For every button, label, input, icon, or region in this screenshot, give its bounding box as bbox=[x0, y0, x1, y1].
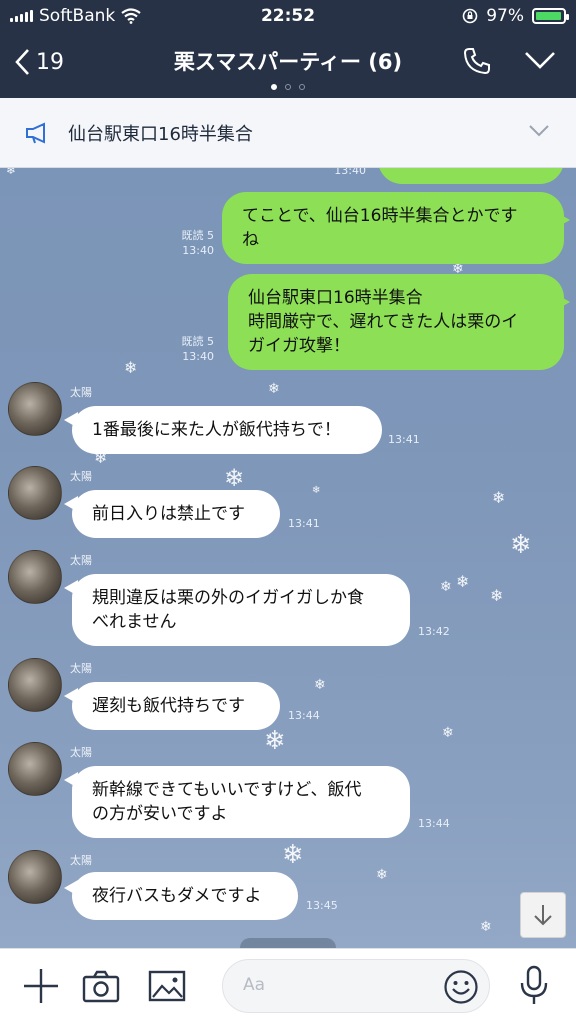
battery-icon bbox=[532, 8, 569, 24]
message-text: べれません bbox=[92, 612, 177, 632]
avatar[interactable] bbox=[8, 550, 62, 604]
snowflake-icon: ❄ bbox=[376, 867, 388, 883]
image-icon[interactable] bbox=[148, 969, 186, 1003]
message-time: 13:42 bbox=[418, 625, 450, 638]
message-time: 13:44 bbox=[418, 817, 450, 830]
snowflake-icon: ❄ bbox=[268, 381, 280, 397]
message-text: てことで、仙台16時半集合とかです bbox=[242, 206, 518, 226]
snowflake-icon: ❄ bbox=[312, 485, 321, 496]
snowflake-icon: ❄ bbox=[264, 726, 286, 756]
sender-name: 太陽 bbox=[70, 470, 92, 483]
message-text: 前日入りは禁止です bbox=[92, 504, 245, 524]
message-input-placeholder: Aa bbox=[243, 975, 266, 995]
battery-percent: 97% bbox=[486, 6, 524, 26]
message-bubble-sent[interactable]: 仙台駅東口16時半集合 時間厳守で、遅れてきた人は栗のイ ガイガ攻撃！ bbox=[228, 274, 564, 370]
message-text: ね bbox=[242, 230, 259, 250]
plus-icon[interactable] bbox=[22, 967, 60, 1005]
snowflake-icon: ❄ bbox=[490, 586, 504, 605]
avatar[interactable] bbox=[8, 658, 62, 712]
message-time: 13:40 bbox=[182, 244, 214, 257]
avatar[interactable] bbox=[8, 382, 62, 436]
chat-title[interactable]: 栗スマスパーティー (6) bbox=[90, 46, 486, 76]
announcement-banner[interactable]: 仙台駅東口16時半集合 bbox=[0, 98, 576, 168]
emoji-icon[interactable] bbox=[443, 969, 479, 1005]
snowflake-icon: ❄ bbox=[440, 579, 452, 595]
snowflake-icon: ❄ bbox=[124, 358, 138, 377]
message-text: 遅刻も飯代持ちです bbox=[92, 696, 245, 716]
avatar[interactable] bbox=[8, 850, 62, 904]
message-meta: 既読 5 13:40 bbox=[160, 228, 215, 258]
avatar[interactable] bbox=[8, 466, 62, 520]
snowflake-icon: ❄ bbox=[282, 840, 304, 870]
navbar: 19 栗スマスパーティー (6) bbox=[0, 32, 576, 98]
message-time: 13:41 bbox=[288, 517, 320, 530]
message-list[interactable]: ❄ ❄ ❄ ❄ ❄ ❄ ❄ ❄ ❄ ❄ ❄ ❄ ❄ ❄ ❄ ❄ ❄ ❄ 13:4… bbox=[0, 168, 576, 948]
back-icon bbox=[15, 49, 29, 75]
message-bubble-received[interactable]: 新幹線できてもいいですけど、飯代 の方が安いですよ bbox=[72, 766, 410, 838]
snowflake-icon: ❄ bbox=[442, 725, 454, 741]
snowflake-icon: ❄ bbox=[510, 530, 532, 560]
composer-bar: Aa bbox=[0, 948, 576, 1024]
camera-icon[interactable] bbox=[82, 969, 120, 1003]
snowflake-icon: ❄ bbox=[456, 572, 470, 591]
message-bubble-received[interactable]: 規則違反は栗の外のイガイガしか食 べれません bbox=[72, 574, 410, 646]
snowflake-icon: ❄ bbox=[314, 677, 326, 693]
unread-count: 19 bbox=[36, 49, 64, 75]
lock-rotation-icon bbox=[462, 8, 478, 24]
message-time: 13:40 bbox=[182, 350, 214, 363]
sender-name: 太陽 bbox=[70, 386, 92, 399]
message-text: 1番最後に来た人が飯代持ちで！ bbox=[92, 420, 341, 440]
message-text: 時間厳守で、遅れてきた人は栗のイ bbox=[248, 312, 519, 332]
bubble-tail bbox=[556, 294, 570, 310]
chat-header: SoftBank 22:52 97% 19 栗スマスパーティー (6) bbox=[0, 0, 576, 98]
megaphone-icon bbox=[26, 121, 45, 144]
message-text: の方が安いですよ bbox=[92, 804, 228, 824]
message-time: 13:45 bbox=[306, 899, 338, 912]
message-text: 仙台駅東口16時半集合 bbox=[248, 288, 423, 308]
bubble-tail bbox=[556, 212, 570, 228]
message-input[interactable]: Aa bbox=[222, 959, 490, 1013]
snowflake-icon: ❄ bbox=[480, 919, 492, 935]
snowflake-icon: ❄ bbox=[6, 168, 17, 177]
read-receipt: 既読 5 bbox=[181, 335, 215, 348]
message-bubble-sent[interactable] bbox=[378, 168, 564, 184]
message-time: 13:41 bbox=[388, 433, 420, 446]
message-bubble-sent[interactable]: てことで、仙台16時半集合とかです ね bbox=[222, 192, 564, 264]
scroll-to-bottom-button[interactable] bbox=[520, 892, 566, 938]
message-text: 新幹線できてもいいですけど、飯代 bbox=[92, 780, 362, 800]
sender-name: 太陽 bbox=[70, 854, 92, 867]
message-bubble-received[interactable]: 夜行バスもダメですよ bbox=[72, 872, 298, 920]
call-button[interactable] bbox=[462, 46, 492, 80]
snowflake-icon: ❄ bbox=[224, 464, 245, 492]
status-right: 97% bbox=[462, 6, 569, 26]
menu-toggle-button[interactable] bbox=[524, 50, 556, 74]
status-bar: SoftBank 22:52 97% bbox=[0, 0, 576, 32]
microphone-icon[interactable] bbox=[518, 965, 550, 1007]
read-receipt: 既読 5 bbox=[181, 229, 215, 242]
chevron-down-icon bbox=[525, 52, 555, 69]
chevron-down-icon[interactable] bbox=[528, 124, 550, 138]
message-bubble-received[interactable]: 1番最後に来た人が飯代持ちで！ bbox=[72, 406, 382, 454]
snowflake-icon: ❄ bbox=[492, 488, 506, 507]
message-time: 13:44 bbox=[288, 709, 320, 722]
announcement-text: 仙台駅東口16時半集合 bbox=[68, 123, 253, 145]
message-meta: 既読 5 13:40 bbox=[160, 334, 215, 364]
message-time: 13:40 bbox=[334, 168, 366, 177]
sender-name: 太陽 bbox=[70, 554, 92, 567]
message-text: 夜行バスもダメですよ bbox=[92, 886, 262, 906]
date-separator bbox=[240, 938, 336, 948]
message-text: ガイガ攻撃！ bbox=[248, 336, 350, 356]
avatar[interactable] bbox=[8, 742, 62, 796]
arrow-down-icon bbox=[534, 905, 552, 926]
sender-name: 太陽 bbox=[70, 662, 92, 675]
back-button[interactable]: 19 bbox=[14, 48, 64, 76]
message-bubble-received[interactable]: 前日入りは禁止です bbox=[72, 490, 280, 538]
phone-icon bbox=[463, 48, 490, 75]
sender-name: 太陽 bbox=[70, 746, 92, 759]
message-bubble-received[interactable]: 遅刻も飯代持ちです bbox=[72, 682, 280, 730]
message-text: 規則違反は栗の外のイガイガしか食 bbox=[92, 588, 364, 608]
page-indicator bbox=[0, 84, 576, 90]
